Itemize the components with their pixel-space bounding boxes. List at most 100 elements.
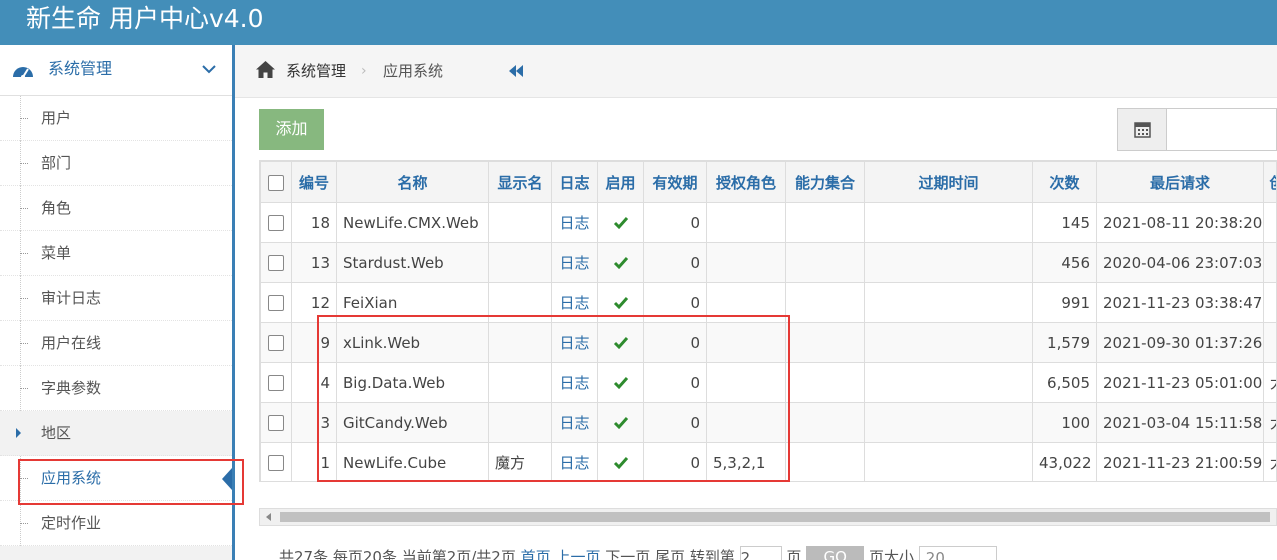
cell-count: 100	[1032, 402, 1097, 443]
row-select-cell	[260, 202, 292, 243]
cell-name: Stardust.Web	[336, 242, 489, 283]
pager-first-link[interactable]: 首页	[521, 548, 551, 560]
cell-expire-time	[864, 282, 1033, 323]
cell-created	[1263, 282, 1276, 323]
go-button[interactable]: GO	[806, 546, 865, 560]
pager: 共27条 每页20条 当前第2页/共2页 首页 上一页 下一页 尾页 转到第 2…	[279, 546, 997, 560]
caret-right-icon	[16, 428, 21, 438]
cell-enabled	[597, 242, 644, 283]
sidebar-item-online-users[interactable]: 用户在线	[0, 321, 232, 366]
pager-prev-link[interactable]: 上一页	[555, 548, 600, 560]
row-select-cell	[260, 362, 292, 403]
cell-last-request: 2021-11-23 21:00:59	[1096, 442, 1264, 481]
column-header[interactable]: 日志	[551, 161, 598, 203]
cell-created	[1263, 202, 1276, 243]
cell-id: 13	[291, 242, 337, 283]
sidebar-item-scheduled-jobs[interactable]: 定时作业	[0, 501, 232, 546]
page-size-select[interactable]: 20	[918, 546, 997, 560]
breadcrumb: 系统管理 › 应用系统	[235, 45, 1277, 98]
sidebar-item-departments[interactable]: 部门	[0, 141, 232, 186]
cell-last-request: 2021-11-23 03:38:47	[1096, 282, 1264, 323]
pager-last-link[interactable]: 尾页	[655, 548, 685, 560]
row-checkbox[interactable]	[268, 375, 284, 391]
sidebar-item-menus[interactable]: 菜单	[0, 231, 232, 276]
column-header[interactable]: 授权角色	[706, 161, 786, 203]
column-header[interactable]: 次数	[1032, 161, 1097, 203]
table-row[interactable]: 18 NewLife.CMX.Web 日志 0 145 2021-08-11 20:38:…	[260, 202, 1276, 243]
cell-count: 145	[1032, 202, 1097, 243]
sidebar-item-label: 地区	[41, 424, 72, 442]
highlight-box-table	[317, 315, 790, 482]
column-header[interactable]: 显示名	[488, 161, 552, 203]
row-checkbox[interactable]	[268, 255, 284, 271]
add-button[interactable]: 添加	[259, 109, 324, 150]
home-icon[interactable]	[255, 60, 276, 79]
cell-display-name	[488, 202, 552, 243]
cell-enabled	[597, 202, 644, 243]
select-all-checkbox[interactable]	[268, 174, 284, 191]
sidebar-section-label: 系统管理	[48, 59, 113, 78]
scroll-left-icon[interactable]	[266, 513, 271, 521]
column-header[interactable]: 能力集合	[785, 161, 865, 203]
sidebar-item-label: 字典参数	[41, 379, 102, 397]
highlight-box-sidebar	[18, 459, 244, 505]
breadcrumb-separator: ›	[361, 63, 367, 79]
cell-count: 456	[1032, 242, 1097, 283]
cell-log-link[interactable]: 日志	[551, 242, 598, 283]
double-left-icon[interactable]	[508, 64, 524, 78]
chevron-down-icon[interactable]	[201, 63, 217, 75]
cell-count: 991	[1032, 282, 1097, 323]
cell-name: NewLife.CMX.Web	[336, 202, 489, 243]
cell-capabilities	[785, 362, 865, 403]
column-header[interactable]: 最后请求	[1096, 161, 1264, 203]
column-header[interactable]: 创	[1263, 161, 1276, 203]
cell-log-link[interactable]: 日志	[551, 202, 598, 243]
row-checkbox[interactable]	[268, 295, 284, 311]
column-header[interactable]: 编号	[291, 161, 337, 203]
sidebar-item-regions[interactable]: 地区	[0, 411, 232, 456]
column-header[interactable]: 启用	[597, 161, 644, 203]
sidebar-item-label: 菜单	[41, 244, 72, 262]
cell-expire-time	[864, 442, 1033, 481]
cell-last-request: 2021-03-04 15:11:58	[1096, 402, 1264, 443]
column-header[interactable]: 名称	[336, 161, 489, 203]
sidebar-item-label: 角色	[41, 199, 72, 217]
row-checkbox[interactable]	[268, 335, 284, 351]
horizontal-scrollbar[interactable]	[259, 508, 1277, 526]
cell-created	[1263, 322, 1276, 363]
date-addon[interactable]	[1118, 109, 1167, 150]
cell-count: 43,022	[1032, 442, 1097, 481]
page-number-input[interactable]: 2	[739, 546, 782, 560]
cell-created	[1263, 242, 1276, 283]
pager-next-link[interactable]: 下一页	[605, 548, 650, 560]
cell-validity: 0	[643, 242, 707, 283]
check-icon	[613, 257, 628, 270]
date-filter[interactable]	[1117, 108, 1277, 151]
row-select-cell	[260, 442, 292, 481]
row-select-cell	[260, 282, 292, 323]
cell-created: 大	[1263, 362, 1276, 403]
sidebar-item-label: 定时作业	[41, 514, 102, 532]
cell-expire-time	[864, 202, 1033, 243]
table-row[interactable]: 13 Stardust.Web 日志 0 456 2020-04-06 23:07:03	[260, 242, 1276, 283]
sidebar-item-roles[interactable]: 角色	[0, 186, 232, 231]
breadcrumb-item-system[interactable]: 系统管理	[286, 61, 346, 81]
row-checkbox[interactable]	[268, 415, 284, 431]
sidebar-item-label: 用户在线	[41, 334, 102, 352]
cell-expire-time	[864, 322, 1033, 363]
sidebar-item-dictionary[interactable]: 字典参数	[0, 366, 232, 411]
sidebar-item-audit-log[interactable]: 审计日志	[0, 276, 232, 321]
scrollbar-thumb[interactable]	[280, 512, 1270, 522]
cell-validity: 0	[643, 202, 707, 243]
column-header[interactable]: 过期时间	[864, 161, 1033, 203]
cell-count: 1,579	[1032, 322, 1097, 363]
cell-capabilities	[785, 242, 865, 283]
row-checkbox[interactable]	[268, 215, 284, 231]
column-header[interactable]: 有效期	[643, 161, 707, 203]
cell-id: 18	[291, 202, 337, 243]
sidebar-item-label: 审计日志	[41, 289, 102, 307]
cell-expire-time	[864, 402, 1033, 443]
row-checkbox[interactable]	[268, 455, 284, 471]
sidebar-section-system[interactable]: 系统管理	[0, 45, 232, 96]
sidebar-item-users[interactable]: 用户	[0, 96, 232, 141]
